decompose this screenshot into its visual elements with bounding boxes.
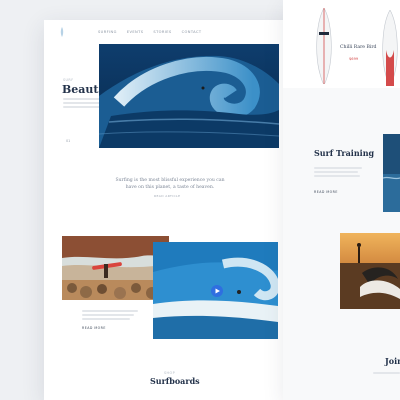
training-text-line (314, 175, 360, 177)
quote-link[interactable]: Read article (154, 194, 180, 198)
product-name[interactable]: Chilli Rare Bird (340, 45, 376, 50)
surfboards-eyebrow: Shop (164, 371, 176, 375)
hero-wave-image (99, 44, 279, 148)
nav-item-stories[interactable]: Stories (153, 30, 171, 34)
training-read-more-button[interactable]: Read more (314, 190, 338, 194)
feature-text-line (82, 318, 130, 320)
hero-text-line (63, 106, 104, 108)
product-price: $699 (349, 57, 359, 61)
hero-eyebrow: Surf (63, 78, 74, 82)
hero-page-indicator[interactable]: 01 (66, 139, 70, 143)
feature-text-line (82, 314, 134, 316)
feature-text-line (82, 310, 138, 312)
training-photo (383, 134, 400, 212)
sunset-surfer-photo (340, 233, 400, 309)
quote-text: Surfing is the most blissful experience … (115, 178, 225, 191)
main-page: Surfing Events Stories Contact Surf Beau… (44, 20, 296, 400)
nav-item-surfing[interactable]: Surfing (98, 30, 117, 34)
right-page: Chilli Rare Bird $699 Surf Training Read… (283, 0, 400, 400)
training-title: Surf Training (314, 148, 375, 158)
nav-item-contact[interactable]: Contact (182, 30, 202, 34)
join-title: Join (385, 356, 400, 366)
main-nav: Surfing Events Stories Contact (98, 30, 201, 34)
surfboard-product-image[interactable] (379, 10, 400, 86)
join-text-line (373, 372, 400, 374)
hero-text-line (63, 102, 101, 104)
play-button-icon[interactable] (210, 284, 224, 298)
surfboard-product-image[interactable] (313, 8, 335, 84)
training-text-line (314, 171, 358, 173)
nav-item-events[interactable]: Events (127, 30, 144, 34)
logo-icon[interactable] (60, 27, 64, 37)
training-text-line (314, 167, 362, 169)
feature-read-more-button[interactable]: Read more (82, 326, 106, 330)
surfboards-title: Surfboards (150, 376, 200, 386)
